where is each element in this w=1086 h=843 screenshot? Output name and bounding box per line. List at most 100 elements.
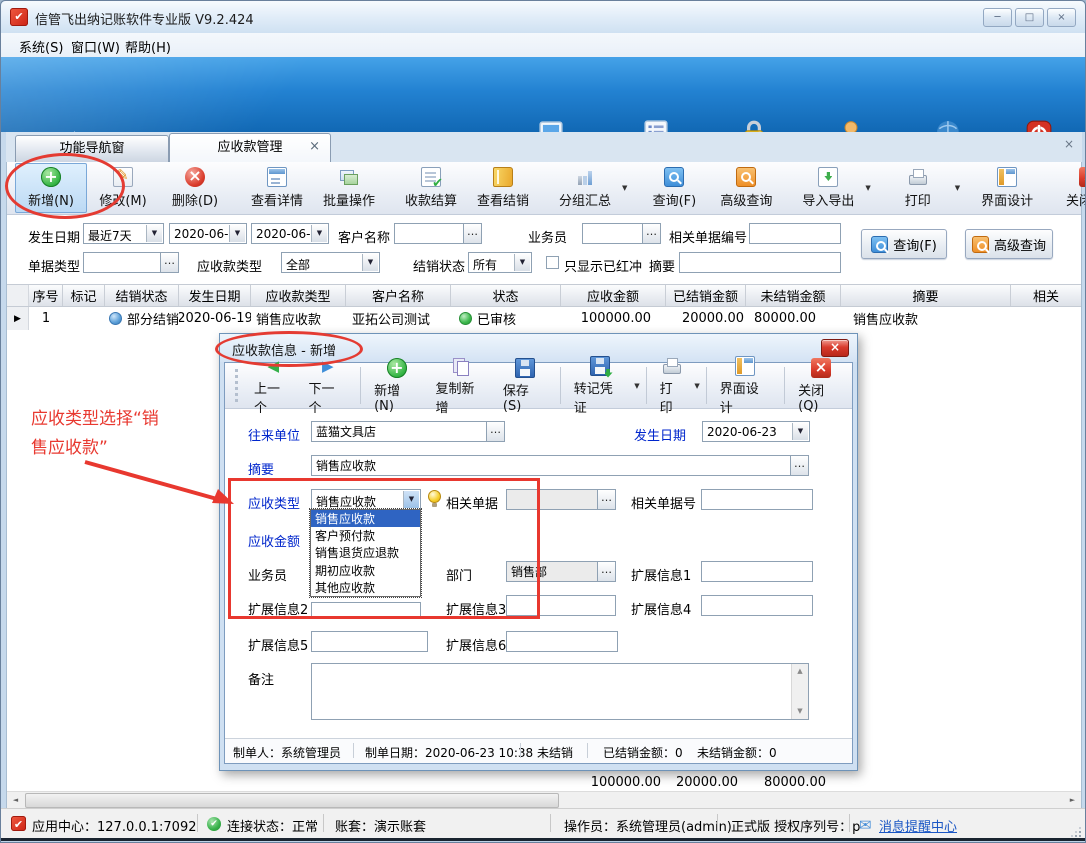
scroll-left-icon[interactable]: ◄: [7, 793, 24, 808]
message-center-link[interactable]: 消息提醒中心: [879, 816, 957, 835]
receipt-settle-button[interactable]: 收款结算: [395, 163, 467, 213]
user-center-button[interactable]: 用户中心: [919, 119, 979, 132]
col-date[interactable]: 发生日期: [179, 285, 251, 306]
remark-textarea[interactable]: [312, 664, 792, 719]
settle-state-combo[interactable]: 所有 ▼: [468, 252, 532, 273]
dropdown-icon[interactable]: ▼: [311, 225, 327, 242]
voucher-button[interactable]: 转记凭证: [566, 354, 633, 418]
scroll-right-icon[interactable]: ►: [1064, 793, 1081, 808]
date-to-combo[interactable]: 2020-06-23 ▼: [251, 223, 329, 244]
salesman-filter-input[interactable]: [582, 223, 643, 244]
save-button[interactable]: 保存(S): [495, 356, 555, 416]
date-from-combo[interactable]: 2020-06-16 ▼: [169, 223, 247, 244]
col-type[interactable]: 应收款类型: [251, 285, 346, 306]
query-button[interactable]: 查询(F): [638, 163, 710, 213]
batch-op-button[interactable]: 批量操作: [313, 163, 385, 213]
ext6-input[interactable]: [506, 631, 618, 652]
dialog-close-tab-button[interactable]: 关闭(Q): [790, 356, 852, 416]
view-settle-button[interactable]: 查看结销: [467, 163, 539, 213]
related-no-filter-input[interactable]: [749, 223, 841, 244]
print-button[interactable]: 打印: [882, 163, 954, 213]
group-summary-button[interactable]: 分组汇总: [549, 163, 621, 213]
related-doc-lookup-button[interactable]: …: [598, 489, 616, 510]
ui-design-button[interactable]: 界面设计: [971, 163, 1043, 213]
col-mark[interactable]: 标记: [63, 285, 105, 306]
dropdown-icon[interactable]: ▼: [146, 225, 162, 242]
menu-help[interactable]: 帮助(H): [125, 37, 171, 56]
menu-system[interactable]: 系统(S): [19, 37, 63, 56]
dropdown-icon[interactable]: ▼: [229, 225, 245, 242]
dropdown-icon[interactable]: ▼: [514, 254, 530, 271]
scroll-up-icon[interactable]: ▲: [792, 664, 808, 679]
scroll-down-icon[interactable]: ▼: [792, 704, 808, 719]
customer-lookup-button[interactable]: …: [464, 223, 482, 244]
summary-lookup-button[interactable]: …: [791, 455, 809, 476]
col-seq[interactable]: 序号: [29, 285, 63, 306]
col-summary[interactable]: 摘要: [841, 285, 1011, 306]
resize-grip[interactable]: [1071, 827, 1081, 837]
dropdown-icon[interactable]: ▼: [792, 423, 808, 440]
partial-settle-status-icon: [109, 312, 122, 325]
adv-query-action-button[interactable]: 高级查询: [965, 229, 1053, 259]
doc-type-lookup-button[interactable]: …: [161, 252, 179, 273]
partner-lookup-button[interactable]: …: [487, 421, 505, 442]
dialog-print-button[interactable]: 打印: [652, 354, 694, 418]
tab-receivables[interactable]: 应收款管理 ×: [169, 133, 331, 162]
related-no-input[interactable]: [701, 489, 813, 510]
tabstrip-close-icon[interactable]: ×: [1064, 137, 1074, 151]
group-dropdown-icon[interactable]: ▼: [622, 184, 627, 192]
col-settled[interactable]: 已结销金额: [666, 285, 746, 306]
col-status[interactable]: 状态: [451, 285, 561, 306]
ext4-input[interactable]: [701, 595, 813, 616]
menu-window[interactable]: 窗口(W): [71, 37, 120, 56]
summary-filter-input[interactable]: [679, 252, 841, 273]
dialog-close-button[interactable]: ×: [821, 339, 849, 357]
ext5-input[interactable]: [311, 631, 428, 652]
col-settle-status[interactable]: 结销状态: [105, 285, 179, 306]
query-action-button[interactable]: 查询(F): [861, 229, 947, 259]
ext1-input[interactable]: [701, 561, 813, 582]
voucher-dropdown-icon[interactable]: ▼: [634, 382, 639, 390]
dialog-summary-input[interactable]: [311, 455, 791, 476]
date-range-combo[interactable]: 最近7天 ▼: [83, 223, 164, 244]
doc-type-filter-input[interactable]: [83, 252, 161, 273]
import-export-dropdown-icon[interactable]: ▼: [865, 184, 870, 192]
col-customer[interactable]: 客户名称: [346, 285, 451, 306]
dialog-ui-design-button[interactable]: 界面设计: [712, 354, 779, 418]
horizontal-scrollbar[interactable]: ◄ ►: [7, 791, 1081, 809]
change-password-button[interactable]: 修改密码: [724, 119, 784, 132]
exit-system-button[interactable]: 退出系统: [1009, 119, 1069, 132]
col-unsettled[interactable]: 未结销金额: [746, 285, 841, 306]
dialog-print-dropdown-icon[interactable]: ▼: [694, 382, 699, 390]
remark-field: ▲ ▼: [311, 663, 809, 720]
table-row[interactable]: ▶ 1 部分结销 2020-06-19 销售应收款 亚拓公司测试 已审核 100…: [7, 307, 1081, 330]
dropdown-icon[interactable]: ▼: [362, 254, 378, 271]
remark-scrollbar[interactable]: ▲ ▼: [791, 664, 808, 719]
col-amount[interactable]: 应收金额: [561, 285, 666, 306]
recv-type-combo[interactable]: 全部 ▼: [281, 252, 380, 273]
salesman-lookup-button[interactable]: …: [643, 223, 661, 244]
maximize-button[interactable]: □: [1015, 8, 1044, 27]
journal-detail-button[interactable]: 日记账明细: [619, 119, 694, 132]
delete-button[interactable]: 删除(D): [159, 163, 231, 213]
my-workbench-button[interactable]: 我的工作台: [514, 119, 589, 132]
toolbar-grip[interactable]: [235, 369, 241, 402]
tab-close-icon[interactable]: ×: [309, 140, 320, 154]
customer-filter-input[interactable]: [394, 223, 464, 244]
partner-input[interactable]: [311, 421, 487, 442]
dialog-add-button[interactable]: 新增(N): [366, 356, 427, 416]
occur-date-combo[interactable]: 2020-06-23 ▼: [702, 421, 810, 442]
col-related[interactable]: 相关: [1011, 285, 1081, 306]
red-only-checkbox[interactable]: [546, 256, 559, 269]
scrollbar-thumb[interactable]: [25, 793, 559, 808]
print-dropdown-icon[interactable]: ▼: [955, 184, 960, 192]
import-export-button[interactable]: 导入导出: [792, 163, 864, 213]
copy-add-button[interactable]: 复制新增: [427, 354, 494, 418]
close-button[interactable]: ×: [1047, 8, 1076, 27]
adv-query-button[interactable]: 高级查询: [710, 163, 782, 213]
dept-lookup-button[interactable]: …: [598, 561, 616, 582]
switch-operator-button[interactable]: 更换操作员: [814, 119, 889, 132]
close-tab-button[interactable]: 关闭(Q): [1053, 163, 1086, 213]
minimize-button[interactable]: ─: [983, 8, 1012, 27]
view-detail-button[interactable]: 查看详情: [241, 163, 313, 213]
